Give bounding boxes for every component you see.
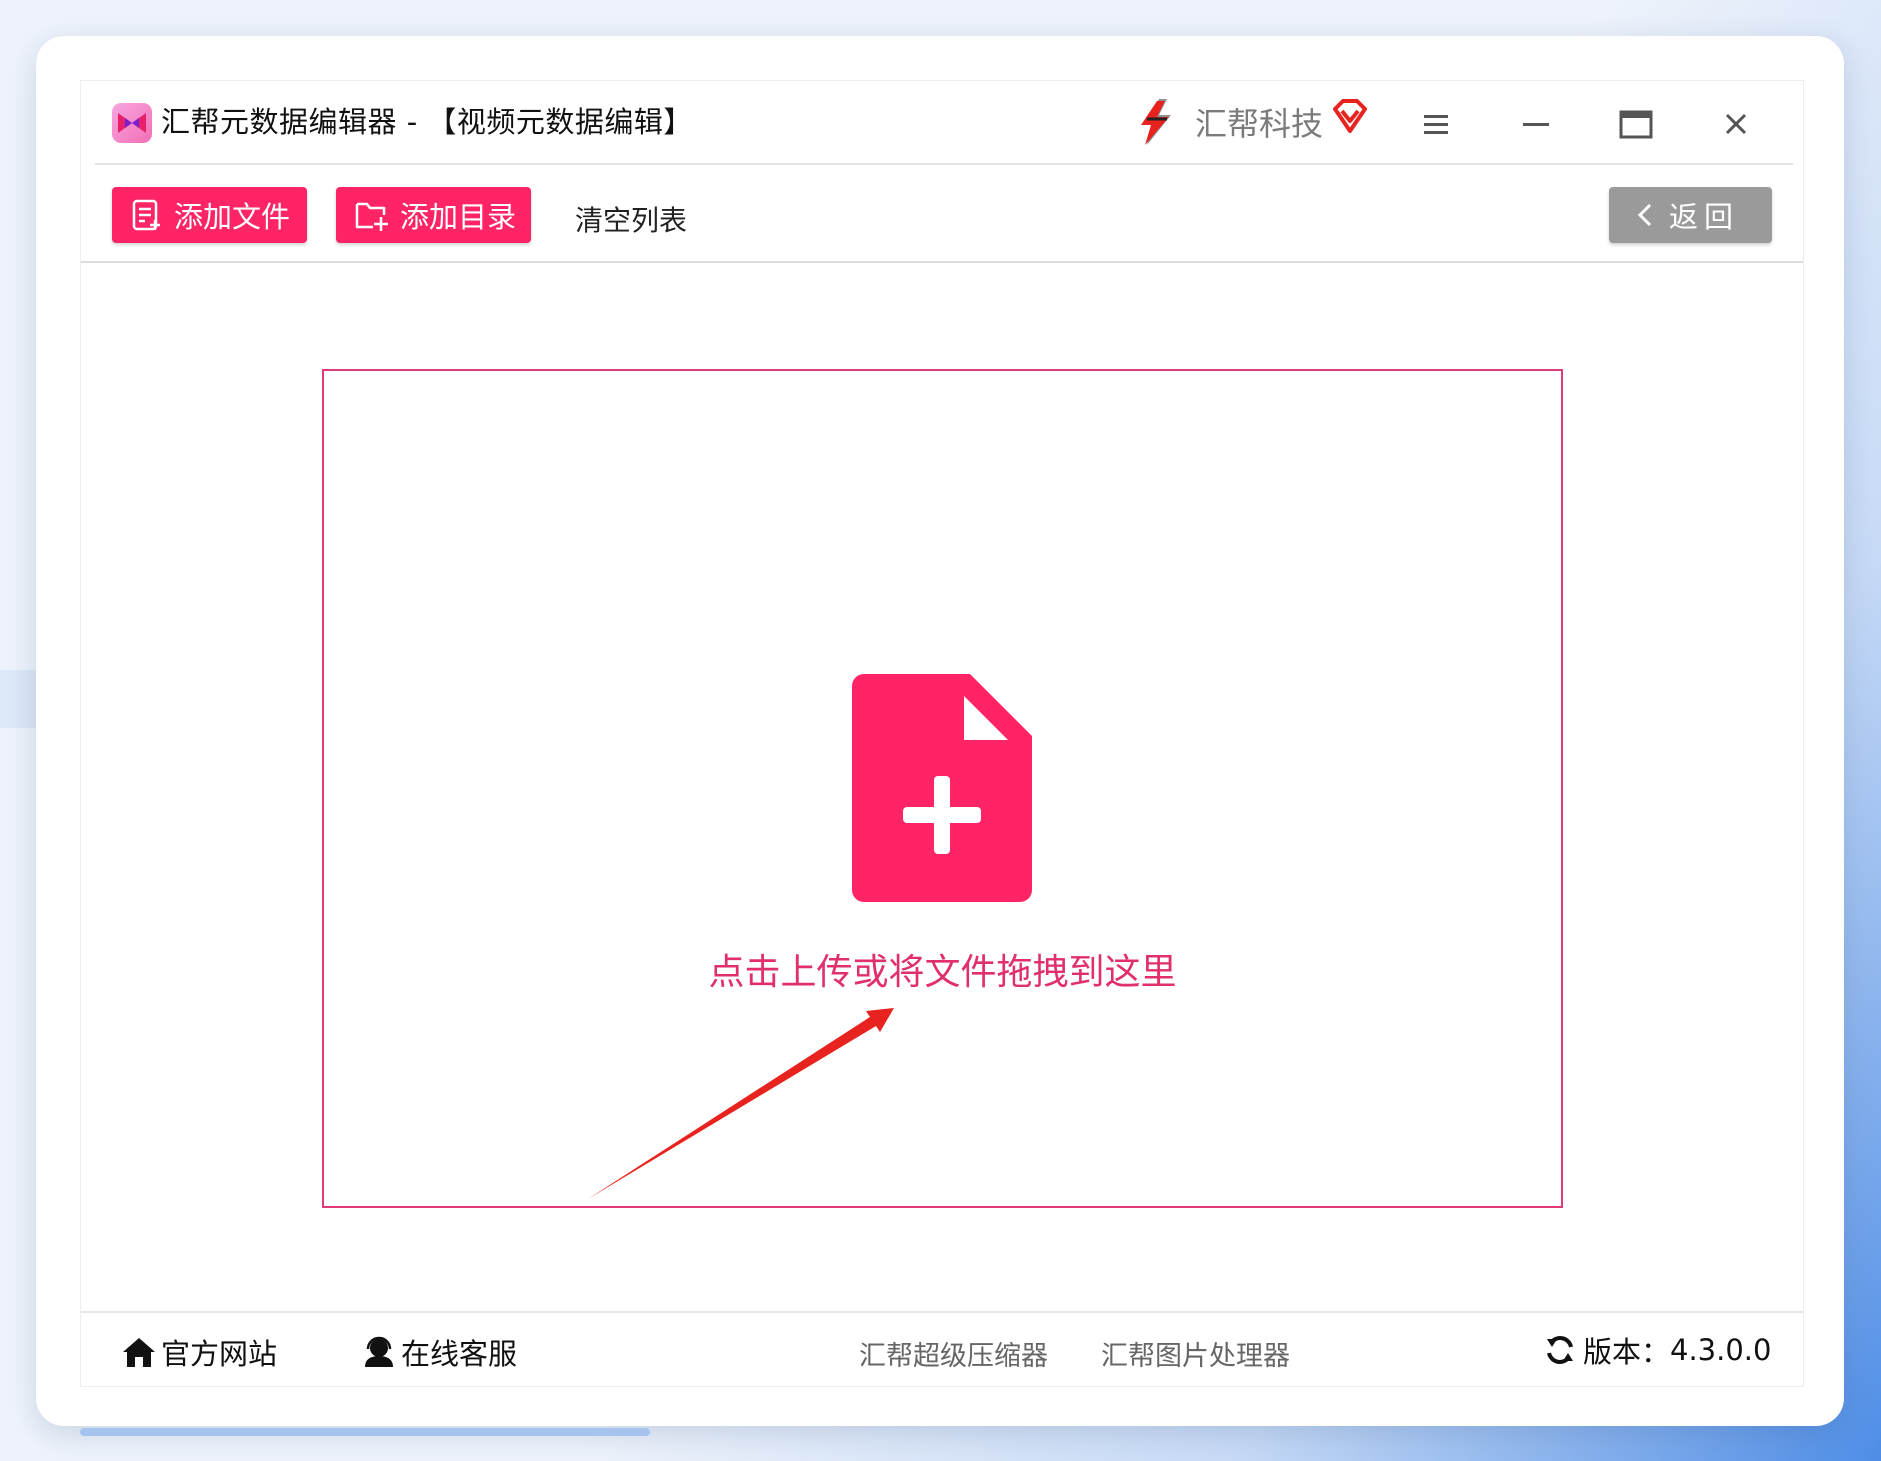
add-file-label: 添加文件 [174, 200, 291, 234]
official-site-link[interactable]: 官方网站 [121, 1331, 277, 1373]
footer-divider [81, 1311, 1803, 1313]
toolbar-divider [81, 261, 1803, 263]
menu-icon[interactable] [1415, 105, 1457, 145]
online-service-label: 在线客服 [401, 1337, 518, 1371]
compressor-link[interactable]: 汇帮超级压缩器 [859, 1334, 1048, 1373]
online-service-link[interactable]: 在线客服 [361, 1331, 517, 1373]
file-drop-zone[interactable]: 点击上传或将文件拖拽到这里 [322, 369, 1563, 1208]
app-logo-icon [112, 103, 152, 143]
side-tab [0, 670, 36, 728]
version-label: 版本： [1583, 1335, 1671, 1369]
home-icon [121, 1335, 157, 1369]
maximize-icon[interactable] [1615, 105, 1657, 145]
chevron-left-icon [1635, 201, 1655, 229]
window-title: 汇帮元数据编辑器 - 【视频元数据编辑】 [161, 105, 693, 139]
customer-service-icon [361, 1335, 397, 1369]
app-window: 汇帮元数据编辑器 - 【视频元数据编辑】 汇帮科技 添加文件 添加目录 清空列表… [36, 36, 1844, 1426]
horizontal-scrollbar[interactable] [80, 1428, 650, 1436]
version-info: 版本： 4.3.0.0 [1543, 1329, 1771, 1371]
pointer-arrow-icon [588, 1008, 894, 1199]
add-file-button[interactable]: 添加文件 [112, 187, 307, 243]
add-folder-icon [354, 198, 390, 232]
add-directory-label: 添加目录 [400, 200, 517, 234]
refresh-icon[interactable] [1543, 1333, 1577, 1367]
app-content: 汇帮元数据编辑器 - 【视频元数据编辑】 汇帮科技 添加文件 添加目录 清空列表… [80, 80, 1804, 1387]
minimize-icon[interactable] [1515, 105, 1557, 145]
brand-name: 汇帮科技 [1195, 105, 1324, 143]
version-value: 4.3.0.0 [1670, 1333, 1772, 1367]
vip-diamond-icon[interactable] [1331, 99, 1369, 139]
clear-list-button[interactable]: 清空列表 [575, 199, 687, 239]
toolbar: 添加文件 添加目录 清空列表 返回 [81, 165, 1803, 263]
back-label: 返回 [1669, 200, 1740, 234]
back-button[interactable]: 返回 [1609, 187, 1772, 243]
official-site-label: 官方网站 [161, 1337, 278, 1371]
add-directory-button[interactable]: 添加目录 [336, 187, 531, 243]
brand-logo-icon [1133, 97, 1181, 151]
image-processor-link[interactable]: 汇帮图片处理器 [1101, 1334, 1290, 1373]
close-icon[interactable] [1715, 105, 1757, 145]
title-bar: 汇帮元数据编辑器 - 【视频元数据编辑】 汇帮科技 [81, 81, 1803, 165]
add-file-icon [130, 198, 164, 232]
